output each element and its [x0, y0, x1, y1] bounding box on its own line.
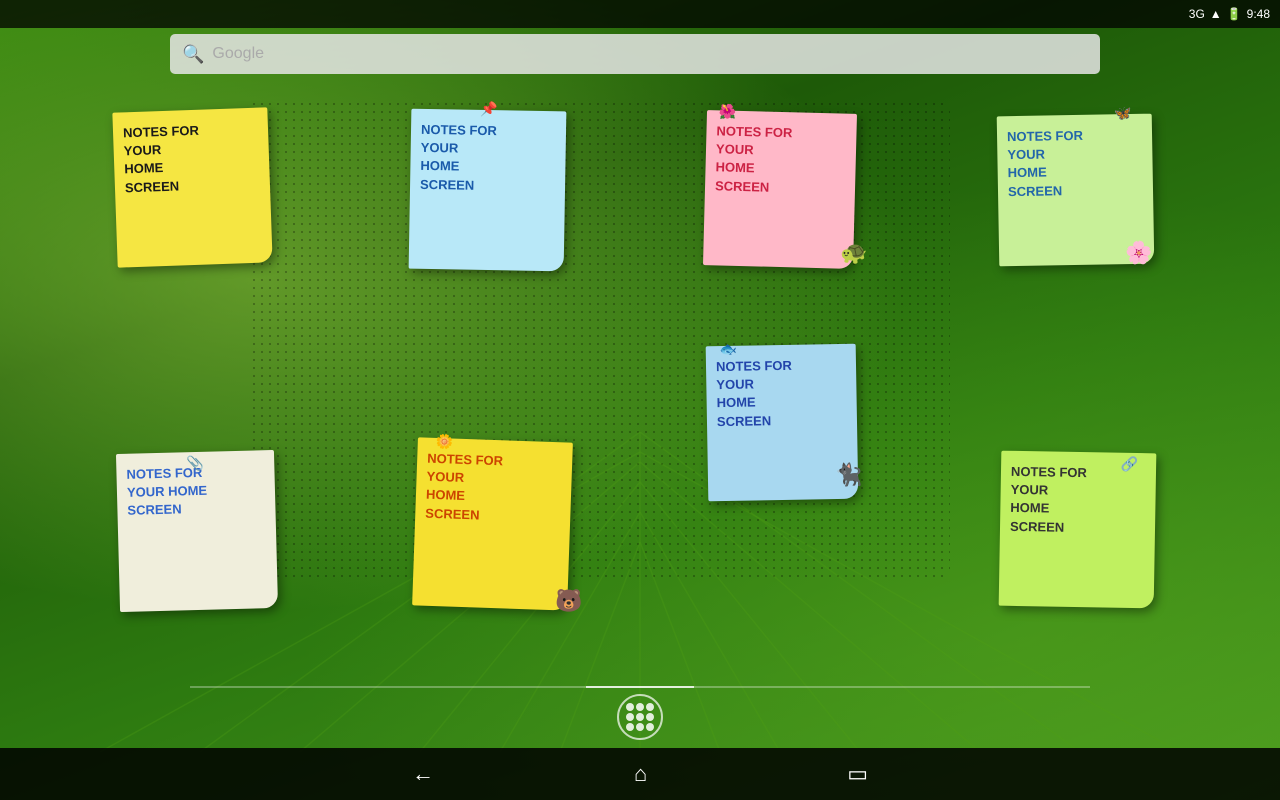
note-1-text: NOTES FORYOURHOMESCREEN	[123, 120, 260, 197]
flower-sticker: 🌸	[1125, 240, 1152, 266]
pin-6: 🌼	[435, 432, 453, 452]
note-6[interactable]: 🌼 NOTES FORYOURHOMESCREEN	[412, 437, 573, 610]
pin-5: 📎	[186, 454, 204, 474]
dot-6	[646, 713, 654, 721]
battery-icon: 🔋	[1227, 7, 1242, 21]
app-drawer-button[interactable]	[617, 694, 663, 740]
note-3[interactable]: 🌺 NOTES FORYOURHOMESCREEN	[703, 110, 857, 269]
dot-1	[626, 703, 634, 711]
pin-3: 🌺	[719, 102, 737, 122]
pin-8: 🔗	[1121, 455, 1139, 475]
dots-grid	[626, 703, 654, 731]
note-3-text: NOTES FORYOURHOMESCREEN	[715, 122, 847, 198]
search-icon: 🔍	[182, 44, 204, 65]
bear-sticker: 🐻	[555, 588, 582, 614]
dot-4	[626, 713, 634, 721]
time-display: 9:48	[1247, 7, 1270, 21]
search-placeholder: Google	[212, 45, 264, 63]
dot-3	[646, 703, 654, 711]
back-button[interactable]: ←	[412, 761, 434, 787]
note-2[interactable]: 📌 NOTES FORYOURHOMESCREEN	[409, 109, 567, 272]
nav-bar: ← ⌂ ▭	[0, 748, 1280, 800]
dot-2	[636, 703, 644, 711]
dot-9	[646, 723, 654, 731]
page-indicator	[190, 686, 1090, 688]
note-5[interactable]: 📎 NOTES FORYOUR HOMESCREEN	[116, 450, 278, 612]
note-4-text: NOTES FORYOURHOMESCREEN	[1007, 126, 1143, 201]
signal-icon: 3G	[1189, 7, 1205, 21]
dot-5	[636, 713, 644, 721]
cat-sticker: 🐈‍⬛	[835, 462, 862, 488]
recents-button[interactable]: ▭	[847, 761, 868, 787]
note-8[interactable]: 🔗 NOTES FORYOURHOMESCREEN	[999, 451, 1157, 609]
note-1[interactable]: NOTES FORYOURHOMESCREEN	[112, 107, 272, 267]
dot-7	[626, 723, 634, 731]
dot-8	[636, 723, 644, 731]
search-bar[interactable]: 🔍 Google	[170, 34, 1100, 74]
note-6-text: NOTES FORYOURHOMESCREEN	[425, 450, 562, 527]
status-bar: 3G ▲ 🔋 9:48	[0, 0, 1280, 28]
status-icons: 3G ▲ 🔋 9:48	[1189, 7, 1270, 21]
note-7-text: NOTES FORYOURHOMESCREEN	[716, 356, 847, 431]
pin-2: 📌	[480, 100, 498, 120]
pin-7: 🐟	[720, 340, 738, 360]
note-2-text: NOTES FORYOURHOMESCREEN	[420, 121, 556, 196]
page-indicator-active	[586, 686, 694, 688]
turtle-sticker: 🐢	[840, 240, 867, 266]
home-button[interactable]: ⌂	[634, 761, 647, 787]
wifi-icon: ▲	[1210, 7, 1222, 21]
pin-4: 🦋	[1114, 104, 1132, 124]
